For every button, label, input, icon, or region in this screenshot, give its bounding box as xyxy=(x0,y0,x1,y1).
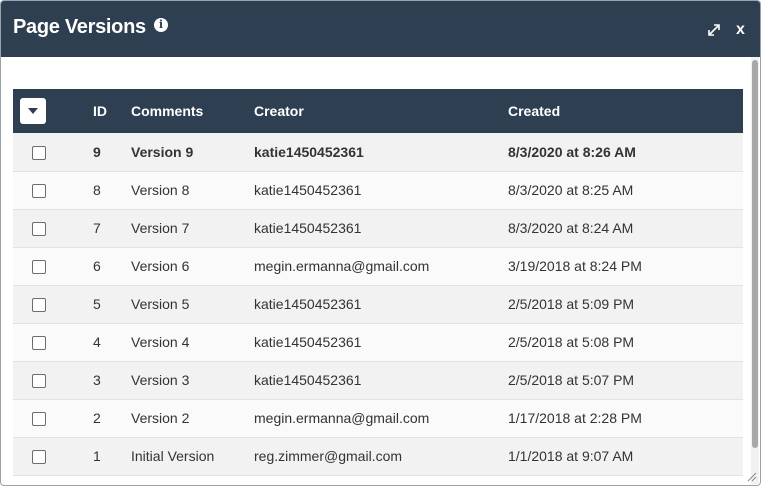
row-creator: megin.ermanna@gmail.com xyxy=(254,258,430,274)
table-row[interactable]: 7 Version 7 katie1450452361 8/3/2020 at 8:2… xyxy=(13,209,743,247)
row-checkbox-cell xyxy=(13,361,93,399)
row-checkbox[interactable] xyxy=(32,298,46,313)
row-checkbox[interactable] xyxy=(32,145,46,160)
expand-icon[interactable] xyxy=(706,22,722,38)
caret-down-icon xyxy=(28,108,38,114)
table-row[interactable]: 6 Version 6 megin.ermanna@gmail.com 3/19/20… xyxy=(13,247,743,285)
row-checkbox[interactable] xyxy=(32,336,46,351)
dialog-titlebar: Page Versions i x xyxy=(1,1,760,57)
row-id: 6 xyxy=(93,258,101,274)
info-icon[interactable]: i xyxy=(154,18,168,32)
dialog-body: ID Comments Creator Created 9 Version 9 ka… xyxy=(1,57,760,485)
table-row[interactable]: 3 Version 3 katie1450452361 2/5/2018 at 5:0… xyxy=(13,361,743,399)
row-created: 8/3/2020 at 8:26 AM xyxy=(508,143,636,160)
row-creator: katie1450452361 xyxy=(254,334,362,350)
row-comments: Initial Version xyxy=(131,448,215,464)
versions-table: ID Comments Creator Created 9 Version 9 ka… xyxy=(13,89,743,476)
row-checkbox-cell xyxy=(13,247,93,285)
row-id: 3 xyxy=(93,372,101,388)
dialog-title: Page Versions xyxy=(13,16,146,38)
row-checkbox-cell xyxy=(13,323,93,361)
row-created: 8/3/2020 at 8:25 AM xyxy=(508,182,634,198)
table-row[interactable]: 9 Version 9 katie1450452361 8/3/2020 at 8:2… xyxy=(13,133,743,171)
row-created: 8/3/2020 at 8:24 AM xyxy=(508,220,634,236)
row-created: 1/1/2018 at 9:07 AM xyxy=(508,448,634,464)
row-checkbox-cell xyxy=(13,133,93,171)
row-checkbox-cell xyxy=(13,285,93,323)
row-checkbox[interactable] xyxy=(32,222,46,237)
table-row[interactable]: 1 Initial Version reg.zimmer@gmail.com 1/1/… xyxy=(13,437,743,475)
close-button[interactable]: x xyxy=(736,21,745,39)
row-comments: Version 2 xyxy=(131,410,190,426)
row-checkbox[interactable] xyxy=(32,184,46,199)
row-checkbox[interactable] xyxy=(32,412,46,427)
scrollbar-thumb[interactable] xyxy=(752,60,758,448)
row-id: 5 xyxy=(93,296,101,312)
row-comments: Version 5 xyxy=(131,296,190,312)
row-creator: katie1450452361 xyxy=(254,143,364,160)
row-created: 3/19/2018 at 8:24 PM xyxy=(508,258,642,274)
row-checkbox[interactable] xyxy=(32,450,46,465)
row-checkbox[interactable] xyxy=(32,260,46,275)
row-created: 1/17/2018 at 2:28 PM xyxy=(508,410,642,426)
row-creator: megin.ermanna@gmail.com xyxy=(254,410,430,426)
comments-column-header[interactable]: Comments xyxy=(131,89,254,133)
versions-table-body: 9 Version 9 katie1450452361 8/3/2020 at 8:2… xyxy=(13,133,743,475)
row-id: 9 xyxy=(93,143,101,160)
row-creator: katie1450452361 xyxy=(254,182,362,198)
row-id: 7 xyxy=(93,220,101,236)
row-checkbox-cell xyxy=(13,399,93,437)
table-row[interactable]: 8 Version 8 katie1450452361 8/3/2020 at 8:2… xyxy=(13,171,743,209)
select-column-header xyxy=(13,89,93,133)
row-comments: Version 4 xyxy=(131,334,190,350)
row-comments: Version 8 xyxy=(131,182,190,198)
row-creator: katie1450452361 xyxy=(254,296,362,312)
id-column-header[interactable]: ID xyxy=(93,89,131,133)
row-created: 2/5/2018 at 5:09 PM xyxy=(508,296,635,312)
row-comments: Version 9 xyxy=(131,143,194,160)
row-id: 4 xyxy=(93,334,101,350)
row-checkbox-cell xyxy=(13,209,93,247)
row-checkbox[interactable] xyxy=(32,374,46,389)
row-id: 8 xyxy=(93,182,101,198)
row-comments: Version 3 xyxy=(131,372,190,388)
row-id: 1 xyxy=(93,448,101,464)
bulk-select-dropdown-button[interactable] xyxy=(20,98,46,124)
table-row[interactable]: 4 Version 4 katie1450452361 2/5/2018 at 5:0… xyxy=(13,323,743,361)
row-created: 2/5/2018 at 5:07 PM xyxy=(508,372,635,388)
table-header-row: ID Comments Creator Created xyxy=(13,89,743,133)
resize-grip-icon[interactable] xyxy=(745,470,757,482)
row-creator: reg.zimmer@gmail.com xyxy=(254,448,403,464)
table-row[interactable]: 5 Version 5 katie1450452361 2/5/2018 at 5:0… xyxy=(13,285,743,323)
row-checkbox-cell xyxy=(13,437,93,475)
row-comments: Version 6 xyxy=(131,258,190,274)
table-row[interactable]: 2 Version 2 megin.ermanna@gmail.com 1/17/20… xyxy=(13,399,743,437)
row-creator: katie1450452361 xyxy=(254,372,362,388)
row-id: 2 xyxy=(93,410,101,426)
created-column-header[interactable]: Created xyxy=(508,89,743,133)
creator-column-header[interactable]: Creator xyxy=(254,89,508,133)
row-checkbox-cell xyxy=(13,171,93,209)
page-versions-dialog: Page Versions i x ID Comments Creator Cr… xyxy=(0,0,761,486)
row-creator: katie1450452361 xyxy=(254,220,362,236)
row-comments: Version 7 xyxy=(131,220,190,236)
row-created: 2/5/2018 at 5:08 PM xyxy=(508,334,635,350)
